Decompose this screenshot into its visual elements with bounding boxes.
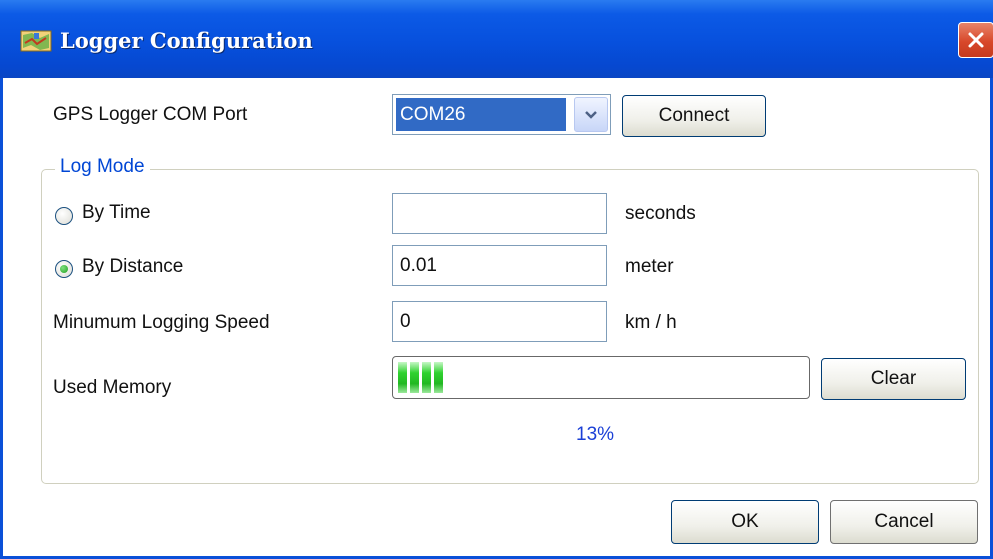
com-port-label: GPS Logger COM Port — [53, 104, 248, 125]
clear-button[interactable]: Clear — [821, 358, 966, 400]
by-time-input[interactable] — [392, 193, 607, 234]
title-bar[interactable]: Logger Configuration — [0, 0, 993, 78]
by-distance-radio[interactable] — [55, 260, 73, 278]
dialog-window: Logger Configuration GPS Logger COM Port… — [0, 0, 993, 559]
used-memory-progress — [392, 356, 810, 399]
cancel-button[interactable]: Cancel — [830, 500, 978, 544]
close-button[interactable] — [958, 22, 993, 58]
log-mode-legend: Log Mode — [55, 156, 150, 178]
min-speed-unit: km / h — [625, 312, 677, 333]
com-port-selected-value: COM26 — [395, 97, 567, 132]
by-time-label[interactable]: By Time — [82, 202, 151, 224]
radio-selected-dot — [60, 265, 68, 273]
min-speed-label: Minumum Logging Speed — [53, 312, 270, 333]
used-memory-label: Used Memory — [53, 377, 172, 398]
window-title: Logger Configuration — [60, 28, 313, 53]
by-time-radio[interactable] — [55, 207, 73, 225]
progress-segment — [422, 362, 431, 393]
map-icon — [20, 30, 52, 52]
by-time-unit: seconds — [625, 203, 696, 224]
combo-dropdown-button[interactable] — [574, 97, 608, 132]
by-distance-input[interactable]: 0.01 — [392, 245, 607, 286]
by-distance-unit: meter — [625, 256, 674, 277]
progress-segment — [434, 362, 443, 393]
chevron-down-icon — [585, 110, 597, 119]
close-icon — [968, 32, 984, 48]
progress-segment — [398, 362, 407, 393]
com-port-select[interactable]: COM26 — [392, 94, 611, 135]
by-distance-label[interactable]: By Distance — [82, 256, 183, 278]
progress-fill — [398, 362, 443, 393]
connect-button[interactable]: Connect — [622, 95, 766, 137]
ok-button[interactable]: OK — [671, 500, 819, 544]
progress-segment — [410, 362, 419, 393]
min-speed-input[interactable]: 0 — [392, 301, 607, 342]
used-memory-percent: 13% — [576, 424, 615, 445]
